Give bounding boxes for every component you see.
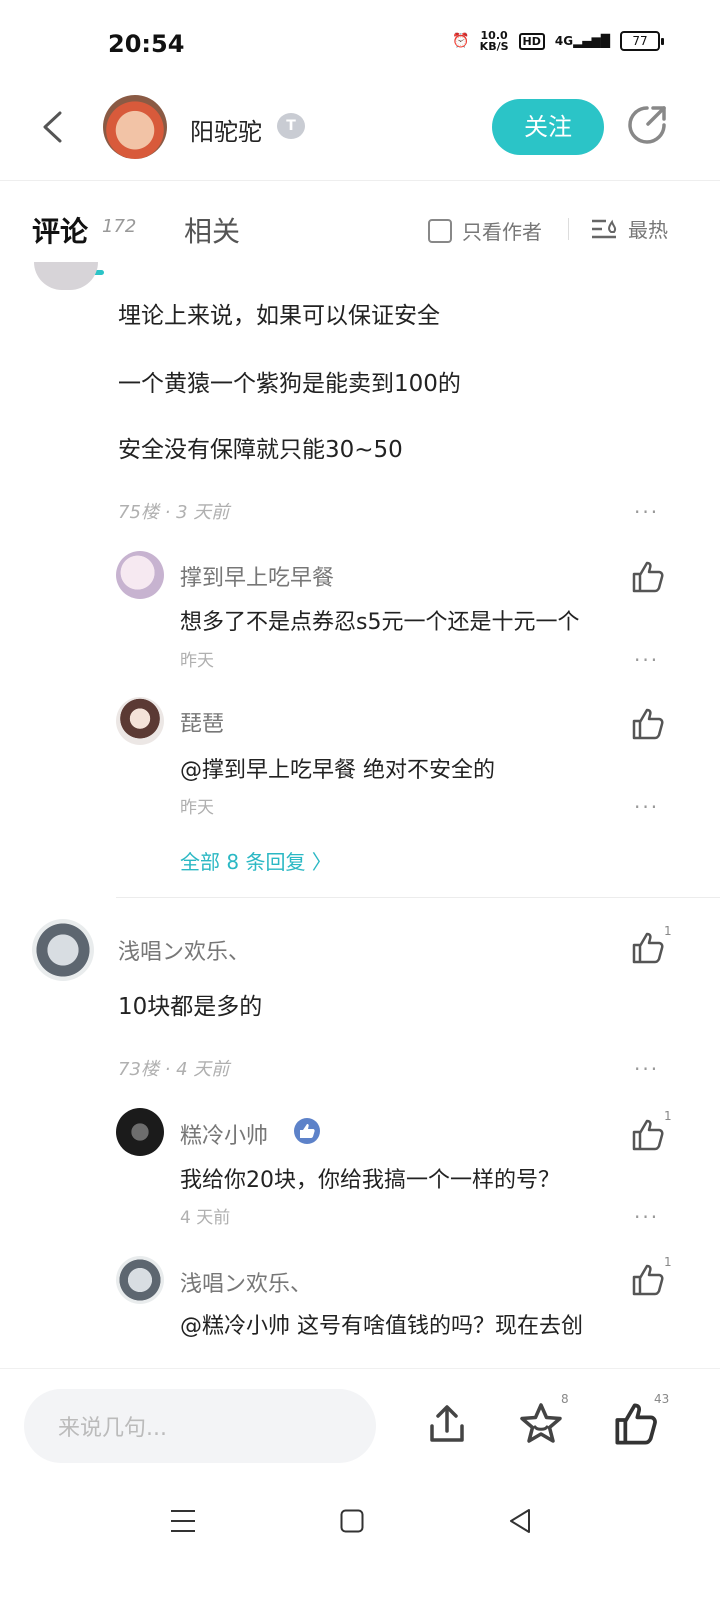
like-icon[interactable]: [630, 1262, 666, 1298]
commenter-avatar[interactable]: [32, 919, 94, 981]
favorite-icon[interactable]: [516, 1400, 566, 1450]
like-icon[interactable]: [630, 930, 666, 966]
favorite-count: 8: [561, 1392, 569, 1406]
like-count: 1: [664, 1255, 672, 1269]
share-icon[interactable]: [626, 104, 668, 146]
reply-avatar[interactable]: [116, 1256, 164, 1304]
sort-icon: [592, 219, 617, 238]
status-time: 20:54: [108, 30, 185, 58]
tab-comments[interactable]: 评论: [32, 210, 88, 250]
more-icon[interactable]: ···: [634, 500, 659, 524]
tab-related[interactable]: 相关: [184, 210, 240, 250]
reply-avatar[interactable]: [116, 551, 164, 599]
like-post-icon[interactable]: [612, 1400, 660, 1448]
comments-count: 172: [102, 216, 137, 237]
verified-badge-icon: [294, 1118, 320, 1144]
view-all-replies-link[interactable]: 全部 8 条回复 〉: [180, 846, 332, 875]
sort-label: 最热: [628, 218, 668, 242]
home-icon[interactable]: [340, 1508, 364, 1534]
like-post-count: 43: [654, 1392, 670, 1406]
more-icon[interactable]: ···: [634, 1057, 659, 1081]
like-count: 1: [664, 924, 672, 938]
comment-meta: 75楼 · 3 天前: [118, 502, 230, 523]
reply-username[interactable]: 琵琶: [180, 706, 224, 738]
reply-text: @糕冷小帅 这号有啥值钱的吗？现在去创: [180, 1314, 583, 1339]
reply-username[interactable]: 糕冷小帅: [180, 1118, 268, 1150]
reply-avatar[interactable]: [116, 1108, 164, 1156]
author-avatar[interactable]: [103, 95, 167, 159]
filter-separator: [568, 218, 569, 240]
comment-line: 埋论上来说，如果可以保证安全: [118, 303, 440, 329]
hd-icon: HD: [518, 32, 545, 50]
reply-time: 4 天前: [180, 1208, 231, 1228]
comment-meta: 73楼 · 4 天前: [118, 1059, 230, 1080]
more-icon[interactable]: ···: [634, 795, 659, 819]
commenter-name[interactable]: 浅唱ン欢乐、: [118, 934, 250, 966]
level-badge: T: [277, 113, 305, 139]
only-author-label: 只看作者: [462, 220, 542, 244]
reply-time: 昨天: [180, 798, 214, 818]
status-icons: ⏰ 10.0 KB/S HD 4G▂▄▆█ 77: [452, 29, 664, 53]
checkbox-icon[interactable]: [428, 218, 452, 243]
follow-button[interactable]: 关注: [492, 99, 604, 155]
signal-icon: 4G▂▄▆█: [554, 34, 610, 48]
back-icon[interactable]: [40, 110, 64, 144]
header-divider: [0, 180, 720, 181]
comment-line: 一个黄猿一个紫狗是能卖到100的: [118, 371, 461, 397]
only-author-toggle[interactable]: 只看作者: [428, 216, 542, 245]
reply-username[interactable]: 浅唱ン欢乐、: [180, 1266, 312, 1298]
comment-text: 10块都是多的: [118, 994, 263, 1020]
reply-username[interactable]: 撑到早上吃早餐: [180, 560, 334, 592]
share-upload-icon[interactable]: [424, 1402, 470, 1448]
comment-line: 安全没有保障就只能30~50: [118, 437, 403, 463]
reply-text: 想多了不是点券忍s5元一个还是十元一个: [180, 610, 580, 635]
battery-icon: 77: [620, 31, 664, 51]
reply-time: 昨天: [180, 651, 214, 671]
more-icon[interactable]: ···: [634, 1205, 659, 1229]
commenter-avatar[interactable]: [34, 262, 98, 290]
like-count: 1: [664, 1109, 672, 1123]
like-icon[interactable]: [630, 559, 666, 595]
comment-input-placeholder: 来说几句...: [58, 1416, 167, 1441]
sort-toggle[interactable]: 最热: [590, 214, 668, 243]
network-speed: 10.0 KB/S: [479, 29, 509, 53]
like-icon[interactable]: [630, 706, 666, 742]
menu-icon[interactable]: [170, 1508, 196, 1534]
like-icon[interactable]: [630, 1117, 666, 1153]
author-name[interactable]: 阳驼驼: [190, 112, 262, 147]
comment-divider: [116, 897, 720, 898]
more-icon[interactable]: ···: [634, 648, 659, 672]
reply-text: 我给你20块，你给我搞一个一样的号？: [180, 1168, 560, 1193]
alarm-icon: ⏰: [452, 33, 470, 49]
reply-avatar[interactable]: [116, 697, 164, 745]
back-nav-icon[interactable]: [508, 1508, 532, 1534]
reply-text: @撑到早上吃早餐 绝对不安全的: [180, 758, 495, 783]
